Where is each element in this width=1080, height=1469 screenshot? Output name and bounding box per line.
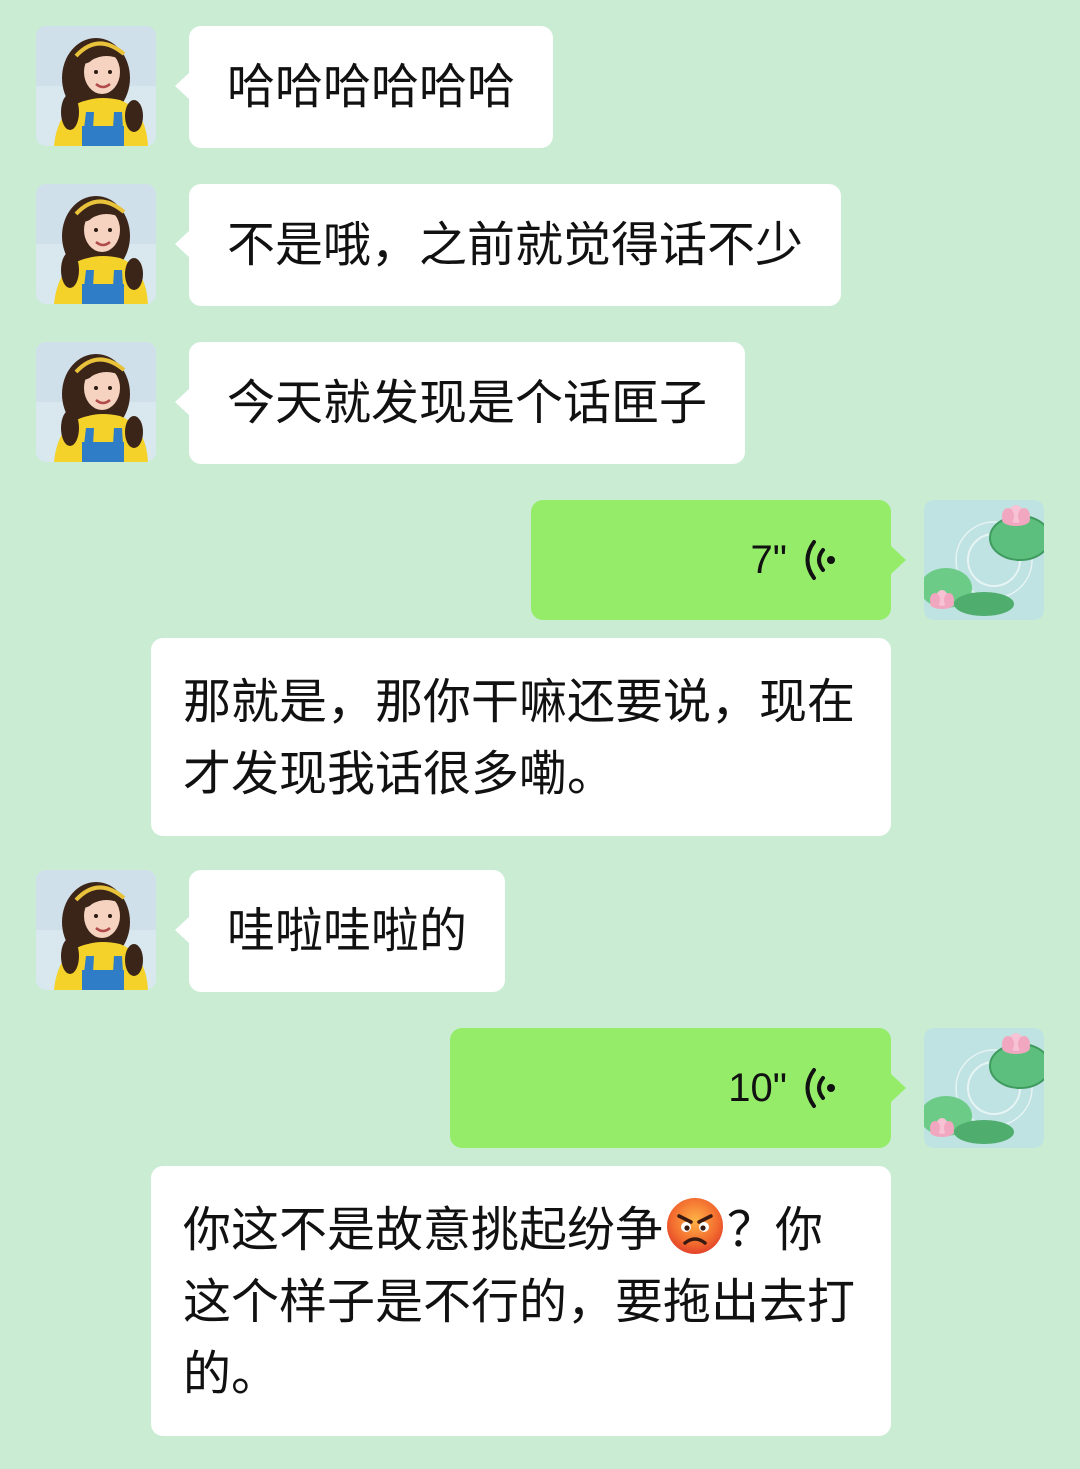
voice-duration: 7" [750, 538, 787, 582]
self-avatar[interactable] [924, 500, 1044, 620]
self-avatar-image [924, 1028, 1044, 1148]
contact-avatar[interactable] [36, 342, 156, 462]
self-avatar[interactable] [924, 1028, 1044, 1148]
self-avatar-image [924, 500, 1044, 620]
message-bubble-text-block[interactable]: 那就是，那你干嘛还要说，现在才发现我话很多嘞。 [151, 638, 891, 836]
contact-avatar-image [36, 870, 156, 990]
voice-duration: 10" [728, 1066, 787, 1110]
contact-avatar[interactable] [36, 184, 156, 304]
message-text: 不是哦，之前就觉得话不少 [227, 217, 804, 273]
contact-avatar-image [36, 342, 156, 462]
message-text-part: 你这不是故意挑起纷争 [183, 1202, 664, 1258]
message-text: 哇啦哇啦的 [227, 903, 468, 959]
contact-avatar-image [36, 26, 156, 146]
voice-wave-icon [805, 1068, 837, 1108]
contact-avatar-image [36, 184, 156, 304]
message-bubble-incoming[interactable]: 哇啦哇啦的 [174, 870, 506, 992]
message-text: 那就是，那你干嘛还要说，现在才发现我话很多嘞。 [183, 674, 856, 802]
message-bubble-text-block[interactable]: 你这不是故意挑起纷争 ？你这个样子是不行的，要拖出去打的。 [151, 1166, 891, 1436]
message-text: 今天就发现是个话匣子 [227, 375, 708, 431]
message-bubble-incoming[interactable]: 哈哈哈哈哈哈 [174, 26, 554, 148]
voice-message-bubble[interactable]: 10" [450, 1028, 906, 1148]
message-bubble-incoming[interactable]: 不是哦，之前就觉得话不少 [174, 184, 842, 306]
message-text: 哈哈哈哈哈哈 [227, 59, 516, 115]
voice-wave-icon [805, 540, 837, 580]
angry-face-icon [667, 1198, 724, 1254]
contact-avatar[interactable] [36, 870, 156, 990]
voice-message-bubble[interactable]: 7" [531, 500, 906, 620]
contact-avatar[interactable] [36, 26, 156, 146]
message-bubble-incoming[interactable]: 今天就发现是个话匣子 [174, 342, 746, 464]
